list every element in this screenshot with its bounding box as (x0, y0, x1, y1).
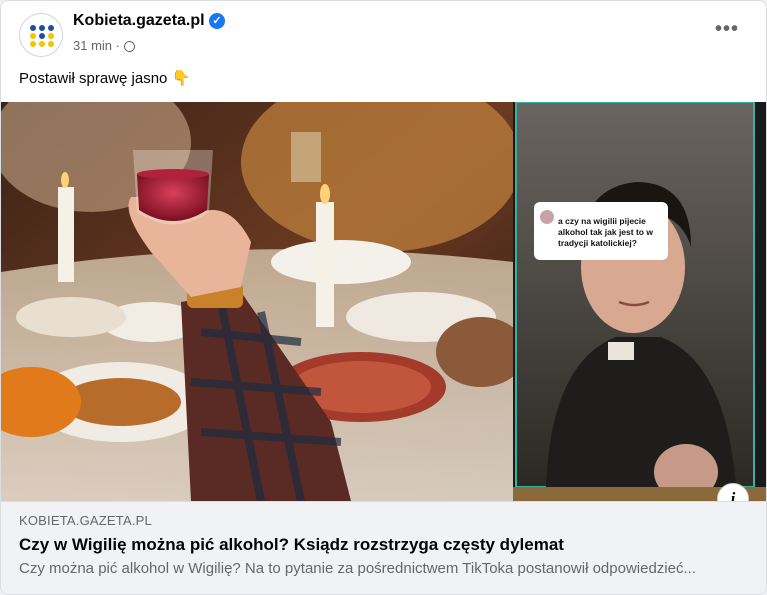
avatar-dot (30, 25, 36, 31)
link-preview-image[interactable]: a czy na wigilii pijecie alkohol tak jak… (1, 102, 766, 501)
avatar-dot (48, 33, 54, 39)
post-text: Postawił sprawę jasno 👇 (19, 70, 191, 87)
question-text: a czy na wigilii pijecie alkohol tak jak… (558, 216, 653, 248)
page-name-link[interactable]: Kobieta.gazeta.pl (73, 12, 205, 30)
meta-separator: · (115, 38, 120, 53)
link-preview-footer[interactable]: KOBIETA.GAZETA.PL Czy w Wigilię można pi… (1, 501, 766, 594)
post-meta: 31 min · (73, 38, 135, 53)
avatar-dot (30, 33, 36, 39)
post-options-button[interactable]: ••• (715, 19, 741, 41)
avatar-dot (48, 25, 54, 31)
preview-photo (1, 102, 766, 501)
post-card: Kobieta.gazeta.pl ✓ 31 min · ••• Postawi… (0, 0, 767, 595)
avatar-dot (48, 41, 54, 47)
globe-icon[interactable] (124, 41, 135, 52)
link-domain: KOBIETA.GAZETA.PL (19, 513, 152, 528)
question-sticker: a czy na wigilii pijecie alkohol tak jak… (534, 202, 668, 260)
avatar-dot (39, 25, 45, 31)
verified-badge-icon: ✓ (209, 13, 225, 29)
avatar-dot (39, 33, 45, 39)
post-timestamp[interactable]: 31 min (73, 38, 112, 53)
link-description: Czy można pić alkohol w Wigilię? Na to p… (19, 560, 696, 577)
avatar-dot (30, 41, 36, 47)
link-headline[interactable]: Czy w Wigilię można pić alkohol? Ksiądz … (19, 535, 564, 555)
avatar-dot (39, 41, 45, 47)
page-avatar[interactable] (19, 13, 63, 57)
commenter-avatar (540, 210, 554, 224)
